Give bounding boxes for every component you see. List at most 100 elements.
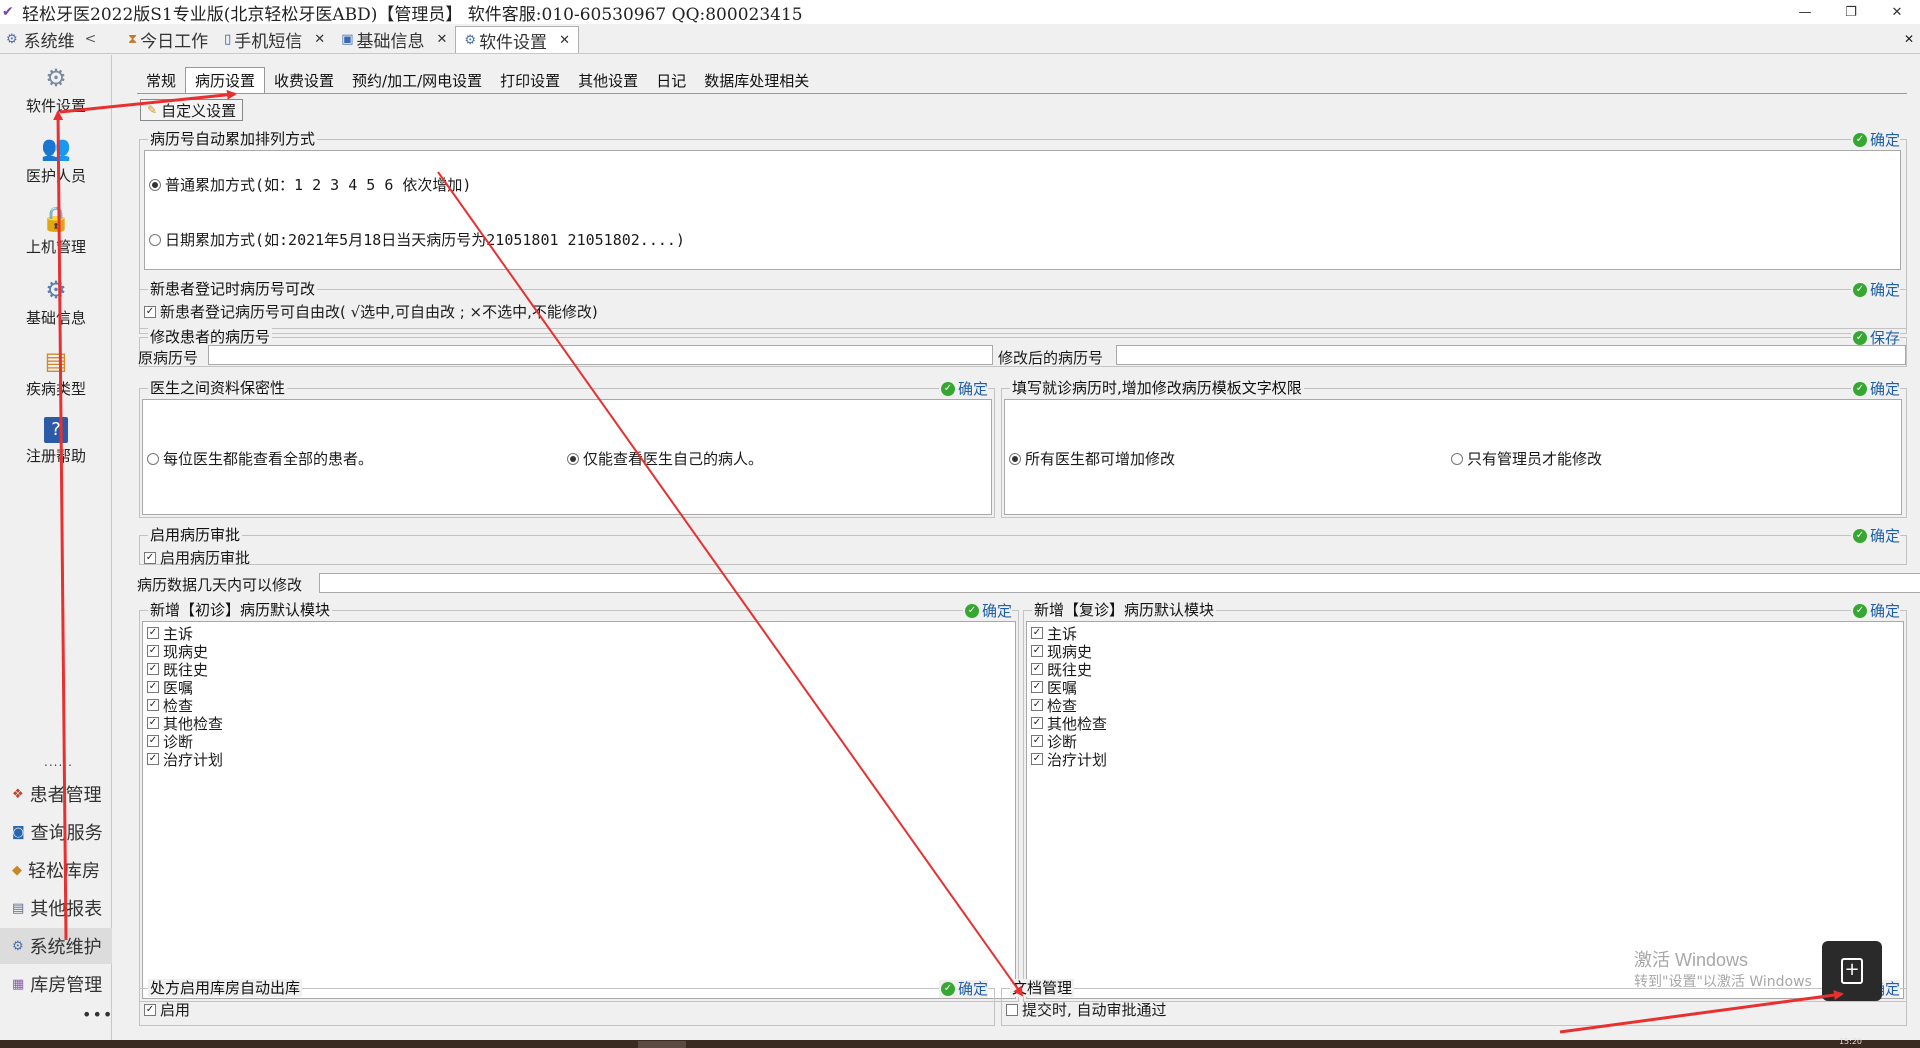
close-all-tabs-icon[interactable]: ✕ [1904,32,1914,46]
radio-button[interactable] [149,233,161,246]
subtab-database[interactable]: 数据库处理相关 [695,68,818,93]
radio-view-own-patients[interactable]: 仅能查看医生自己的病人。 [567,448,763,469]
radio-all-doctors-edit[interactable]: 所有医生都可增加修改 [1009,448,1175,469]
edit-days-input[interactable]: 9999 [319,573,1920,593]
list-item[interactable]: ✓ 既往史 [147,660,208,679]
subtab-other[interactable]: 其他设置 [569,68,647,93]
radio-button[interactable] [1451,452,1463,465]
tab-close-icon[interactable]: ✕ [314,32,325,47]
checkbox[interactable]: ✓ [147,663,159,675]
list-item[interactable]: ✓ 现病史 [1031,642,1092,661]
radio-admin-only-edit[interactable]: 只有管理员才能修改 [1451,448,1602,469]
sidebar-item-login-management[interactable]: 🔒 上机管理 [0,204,112,257]
checkbox[interactable]: ✓ [1031,753,1043,765]
checkbox[interactable]: ✓ [147,627,159,639]
subtab-print[interactable]: 打印设置 [491,68,569,93]
maximize-button[interactable]: ❐ [1828,0,1874,24]
checkbox[interactable]: ✓ [1031,717,1043,729]
list-item[interactable]: ✓ 主诉 [1031,624,1077,643]
confirm-button[interactable]: ✓确定 [1850,602,1900,620]
list-item[interactable]: ✓ 治疗计划 [147,750,223,769]
confirm-button[interactable]: ✓确定 [1850,380,1900,398]
checkbox[interactable]: ✓ [1031,663,1043,675]
checkbox-enable-outbound[interactable]: ✓ 启用 [144,999,190,1020]
checkbox[interactable]: ✓ [144,1003,156,1016]
checkbox[interactable]: ✓ [1031,681,1043,693]
subtab-general[interactable]: 常规 [137,68,185,93]
nav-store-management[interactable]: ▦ 库房管理 [0,966,112,1002]
list-item[interactable]: ✓ 检查 [147,696,193,715]
list-item[interactable]: ✓ 诊断 [1031,732,1077,751]
checkbox[interactable]: ✓ [1031,699,1043,711]
minimize-button[interactable]: — [1782,0,1828,24]
subtab-diary[interactable]: 日记 [647,68,695,93]
original-number-input[interactable] [208,345,993,365]
collapse-sidebar-icon[interactable]: < [85,31,97,47]
nav-warehouse[interactable]: ◆ 轻松库房 [0,852,112,888]
checkbox[interactable]: ✓ [147,753,159,765]
confirm-button[interactable]: ✓确定 [938,980,988,998]
list-item[interactable]: ✓ 医嘱 [147,678,193,697]
list-item[interactable]: ✓ 现病史 [147,642,208,661]
nav-other-reports[interactable]: ▤ 其他报表 [0,890,112,926]
radio-button[interactable] [147,452,159,465]
subtab-billing[interactable]: 收费设置 [265,68,343,93]
checkbox-auto-approve[interactable]: 提交时, 自动审批通过 [1006,999,1167,1020]
checkbox-enable-approval[interactable]: ✓ 启用病历审批 [144,547,250,568]
close-window-button[interactable]: ✕ [1874,0,1920,24]
more-options-icon[interactable]: ••• [82,1005,113,1024]
checkbox[interactable]: ✓ [147,717,159,729]
list-item[interactable]: ✓ 主诉 [147,624,193,643]
confirm-button[interactable]: ✓确定 [1850,281,1900,299]
list-item[interactable]: ✓ 诊断 [147,732,193,751]
confirm-button[interactable]: ✓确定 [938,380,988,398]
tab-today-work[interactable]: ⧗ 今日工作 [120,26,216,53]
checkbox[interactable]: ✓ [147,645,159,657]
list-item[interactable]: ✓ 治疗计划 [1031,750,1107,769]
taskbar-app-item[interactable] [638,1041,686,1048]
subtab-medical-record[interactable]: 病历设置 [185,66,266,94]
sidebar-item-register-help[interactable]: ? 注册帮助 [0,417,112,466]
sidebar-item-disease-types[interactable]: ▤ 疾病类型 [0,346,112,399]
checkbox[interactable]: ✓ [1031,735,1043,747]
new-document-button[interactable]: + [1822,941,1882,1001]
tab-basic-info[interactable]: ▣ 基础信息 ✕ [333,26,455,53]
checkbox[interactable]: ✓ [1031,645,1043,657]
list-item[interactable]: ✓ 其他检查 [1031,714,1107,733]
radio-button[interactable] [149,178,161,191]
list-item[interactable]: ✓ 检查 [1031,696,1077,715]
sidebar-item-basic-info[interactable]: ⚙ 基础信息 [0,275,112,328]
new-number-input[interactable] [1116,345,1906,365]
list-item[interactable]: ✓ 其他检查 [147,714,223,733]
tab-sms[interactable]: ▯ 手机短信 ✕ [216,26,333,53]
confirm-button[interactable]: ✓确定 [1850,131,1900,149]
checkbox[interactable]: ✓ [1031,627,1043,639]
checkbox[interactable] [1006,1003,1018,1016]
checkbox[interactable]: ✓ [147,735,159,747]
list-item[interactable]: ✓ 既往史 [1031,660,1092,679]
radio-button[interactable] [567,452,579,465]
radio-view-all-patients[interactable]: 每位医生都能查看全部的患者。 [147,448,373,469]
nav-patient-management[interactable]: ❖ 患者管理 [0,776,112,812]
nav-query-service[interactable]: ◙ 查询服务 [0,814,112,850]
sidebar-item-staff[interactable]: 👥 医护人员 [0,133,112,186]
list-item[interactable]: ✓ 医嘱 [1031,678,1077,697]
checkbox[interactable]: ✓ [147,699,159,711]
sidebar-splitter[interactable]: ...... [44,755,73,769]
radio-date-increment[interactable]: 日期累加方式(如:2021年5月18日当天病历号为21051801 210518… [149,229,685,250]
checkbox[interactable]: ✓ [144,551,156,564]
confirm-button[interactable]: ✓确定 [1850,527,1900,545]
checkbox[interactable]: ✓ [147,681,159,693]
sidebar-item-software-settings[interactable]: ⚙ 软件设置 [0,63,112,116]
nav-system-maintenance[interactable]: ⚙ 系统维护 [0,928,112,964]
checkbox-editable-number[interactable]: ✓ 新患者登记病历号可自由改( √选中,可自由改 ; ×不选中,不能修改) [144,301,598,322]
checkbox[interactable]: ✓ [144,305,156,318]
tab-close-icon[interactable]: ✕ [437,32,448,47]
confirm-button[interactable]: ✓确定 [962,602,1012,620]
custom-settings-button[interactable]: ✎ 自定义设置 [140,99,244,121]
radio-button[interactable] [1009,452,1021,465]
tab-close-icon[interactable]: ✕ [559,33,570,48]
tab-software-settings[interactable]: ⚙ 软件设置 ✕ [455,26,579,53]
radio-normal-increment[interactable]: 普通累加方式(如：1 2 3 4 5 6 依次增加) [149,174,471,195]
subtab-appointment[interactable]: 预约/加工/网电设置 [343,68,491,93]
